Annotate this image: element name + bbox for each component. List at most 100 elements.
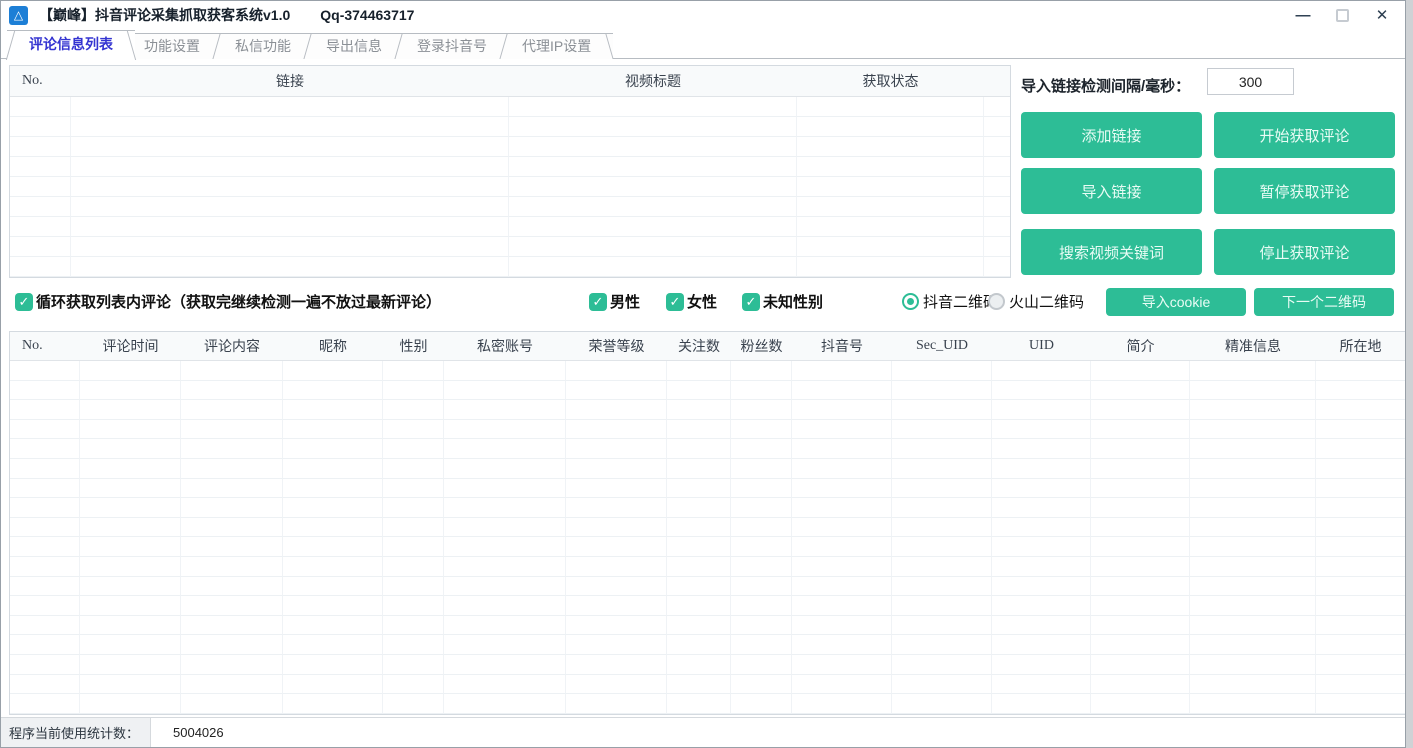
table-cell [667,557,731,577]
table-row[interactable] [10,420,1405,440]
import-cookie-button[interactable]: 导入cookie [1106,288,1246,316]
maximize-icon[interactable] [1336,9,1349,22]
table-cell [566,694,667,714]
table-row[interactable] [10,675,1405,695]
table-row[interactable] [10,439,1405,459]
tab-comment-list[interactable]: 评论信息列表 [7,30,135,60]
column-header-no[interactable]: No. [10,332,80,360]
table-cell [1091,635,1190,655]
table-row[interactable] [10,157,1010,177]
tab-export-info[interactable]: 导出信息 [304,33,404,59]
table-cell [283,518,383,538]
column-header-comment-time[interactable]: 评论时间 [80,332,181,360]
column-header-link[interactable]: 链接 [71,66,509,96]
table-cell [566,577,667,597]
tab-label: 私信功能 [235,38,291,54]
table-cell [1190,655,1316,675]
table-cell [792,537,892,557]
column-header-followers[interactable]: 粉丝数 [731,332,792,360]
table-cell [731,361,792,381]
interval-input[interactable] [1207,68,1294,95]
douyin-qr-radio[interactable]: 抖音二维码 [902,291,998,312]
table-cell [1190,577,1316,597]
table-row[interactable] [10,518,1405,538]
add-link-button[interactable]: 添加链接 [1021,112,1202,158]
huoshan-qr-radio[interactable]: 火山二维码 [988,291,1084,312]
stop-fetch-button[interactable]: 停止获取评论 [1214,229,1395,275]
table-row[interactable] [10,596,1405,616]
tab-function-settings[interactable]: 功能设置 [122,33,222,59]
table-cell [444,616,566,636]
comment-table-body[interactable] [10,361,1405,714]
table-row[interactable] [10,498,1405,518]
table-cell [80,675,181,695]
import-link-button[interactable]: 导入链接 [1021,168,1202,214]
qq-contact: Qq-374463717 [320,7,414,23]
column-header-comment-text[interactable]: 评论内容 [181,332,283,360]
table-cell [283,577,383,597]
column-header-location[interactable]: 所在地 [1316,332,1405,360]
table-cell [1091,675,1190,695]
table-row[interactable] [10,237,1010,257]
table-row[interactable] [10,177,1010,197]
table-row[interactable] [10,694,1405,714]
table-row[interactable] [10,257,1010,277]
table-row[interactable] [10,557,1405,577]
column-header-fetch-status[interactable]: 获取状态 [797,66,984,96]
table-row[interactable] [10,537,1405,557]
column-header-no[interactable]: No. [10,66,71,96]
unknown-gender-checkbox[interactable]: ✓ 未知性别 [742,291,823,312]
search-keyword-button[interactable]: 搜索视频关键词 [1021,229,1202,275]
table-cell [80,381,181,401]
loop-fetch-checkbox[interactable]: ✓ 循环获取列表内评论（获取完继续检测一遍不放过最新评论） [15,291,441,312]
link-table-header: No. 链接 视频标题 获取状态 [10,66,1010,97]
table-row[interactable] [10,400,1405,420]
table-row[interactable] [10,117,1010,137]
table-row[interactable] [10,635,1405,655]
tab-proxy-ip[interactable]: 代理IP设置 [500,33,613,59]
start-fetch-button[interactable]: 开始获取评论 [1214,112,1395,158]
column-header-private-acct[interactable]: 私密账号 [444,332,566,360]
link-table-body[interactable] [10,97,1010,277]
table-cell [792,596,892,616]
title-bar: △ 【巅峰】抖音评论采集抓取获客系统v1.0 Qq-374463717 — ✕ [1,1,1405,29]
tab-login-douyin[interactable]: 登录抖音号 [395,33,509,59]
table-row[interactable] [10,217,1010,237]
next-qrcode-button[interactable]: 下一个二维码 [1254,288,1394,316]
female-checkbox[interactable]: ✓ 女性 [666,291,717,312]
column-header-video-title[interactable]: 视频标题 [509,66,797,96]
column-header-bio[interactable]: 简介 [1091,332,1190,360]
table-row[interactable] [10,616,1405,636]
column-header-nickname[interactable]: 昵称 [283,332,383,360]
male-checkbox[interactable]: ✓ 男性 [589,291,640,312]
table-row[interactable] [10,459,1405,479]
column-header-uid[interactable]: UID [992,332,1091,360]
table-cell [444,596,566,616]
tab-private-message[interactable]: 私信功能 [213,33,313,59]
close-icon[interactable]: ✕ [1373,6,1391,24]
table-cell [283,596,383,616]
table-row[interactable] [10,655,1405,675]
table-cell [731,694,792,714]
table-row[interactable] [10,577,1405,597]
column-header-following[interactable]: 关注数 [667,332,731,360]
usage-count-value: 5004026 [151,725,224,740]
table-row[interactable] [10,381,1405,401]
table-row[interactable] [10,479,1405,499]
column-header-sec-uid[interactable]: Sec_UID [892,332,992,360]
table-cell [984,257,1010,277]
column-header-honor-level[interactable]: 荣誉等级 [566,332,667,360]
column-header-precise-info[interactable]: 精准信息 [1190,332,1316,360]
tab-edge [303,34,311,59]
pause-fetch-button[interactable]: 暂停获取评论 [1214,168,1395,214]
table-cell [181,577,283,597]
column-header-douyin-id[interactable]: 抖音号 [792,332,892,360]
minimize-icon[interactable]: — [1294,7,1312,24]
table-row[interactable] [10,137,1010,157]
table-row[interactable] [10,197,1010,217]
table-row[interactable] [10,361,1405,381]
table-row[interactable] [10,97,1010,117]
table-cell [283,635,383,655]
table-cell [731,537,792,557]
column-header-gender[interactable]: 性别 [383,332,444,360]
